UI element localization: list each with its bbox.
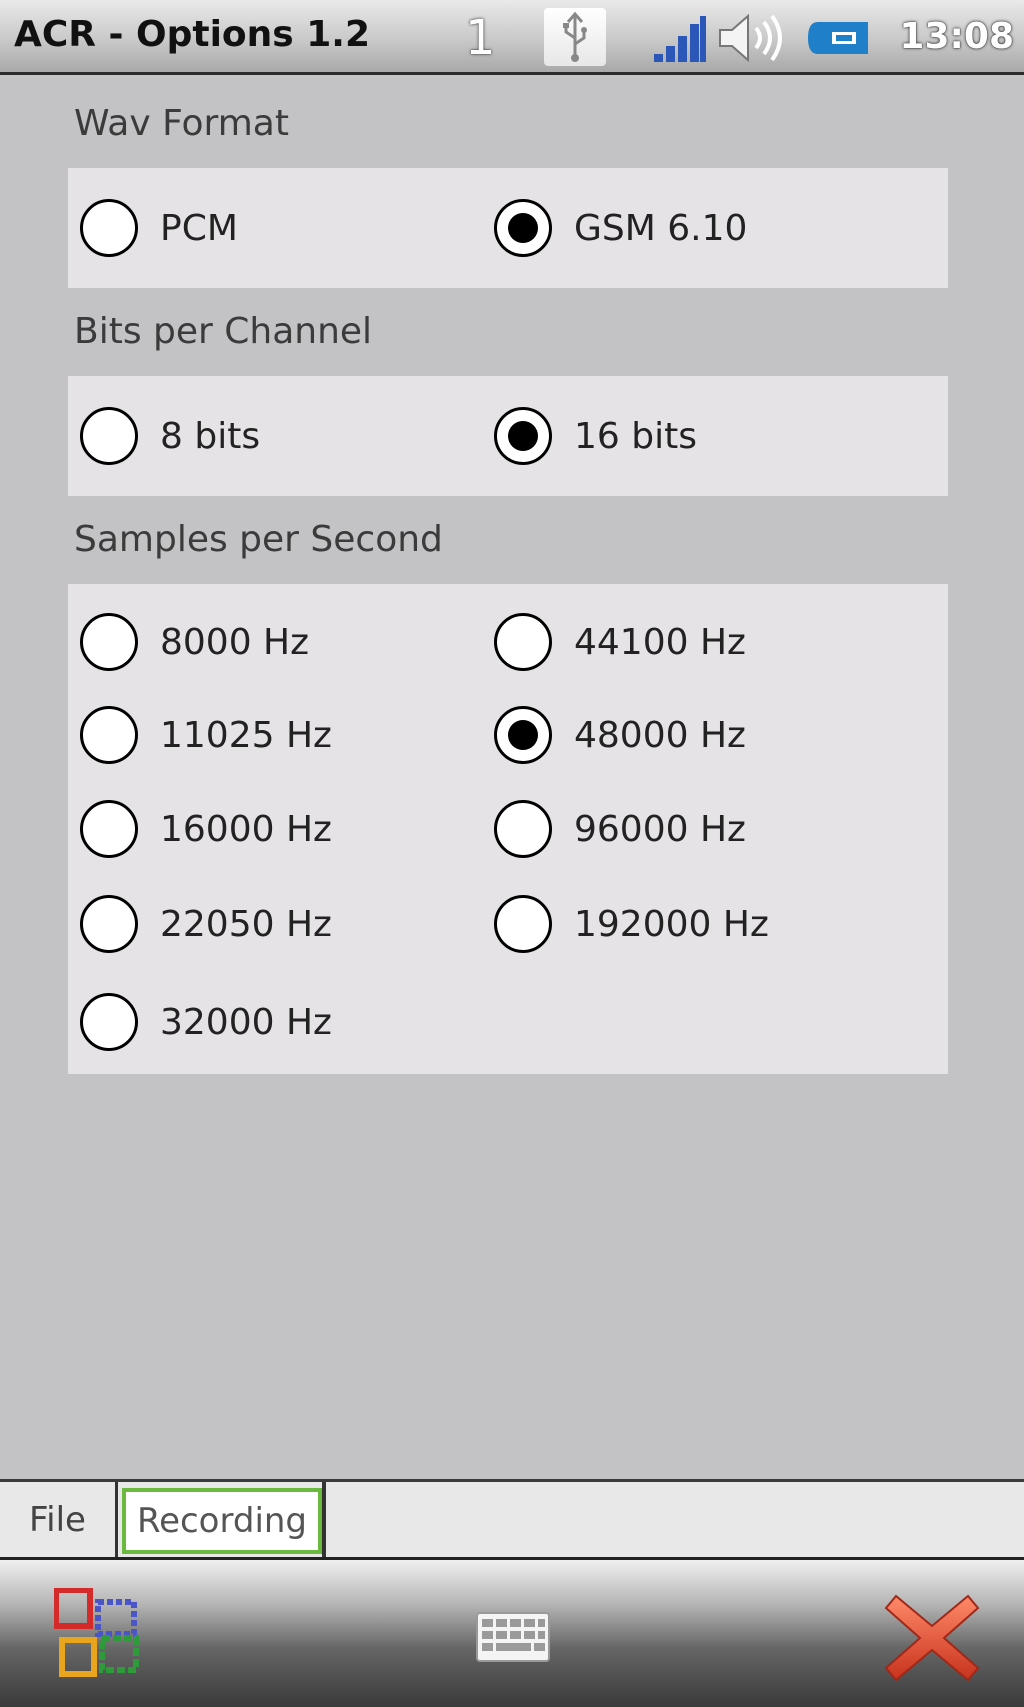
keyboard-icon[interactable] [476, 1612, 550, 1662]
radio-option-48000[interactable]: 48000 Hz [494, 700, 746, 770]
radio-label: 48000 Hz [574, 714, 746, 756]
wav-format-group: PCM GSM 6.10 [68, 168, 948, 288]
radio-label: PCM [160, 207, 238, 249]
radio-label: 96000 Hz [574, 808, 746, 850]
usb-icon[interactable] [544, 8, 606, 66]
radio-option-11025[interactable]: 11025 Hz [80, 700, 332, 770]
radio-option-16-bits[interactable]: 16 bits [494, 401, 697, 471]
radio-option-gsm[interactable]: GSM 6.10 [494, 193, 747, 263]
radio-button[interactable] [494, 613, 552, 671]
clock[interactable]: 13:08 [899, 16, 1014, 57]
radio-label: 32000 Hz [160, 1001, 332, 1043]
radio-label: GSM 6.10 [574, 207, 748, 249]
radio-option-44100[interactable]: 44100 Hz [494, 607, 746, 677]
radio-label: 22050 Hz [160, 903, 332, 945]
tab-divider [322, 1482, 326, 1557]
radio-option-192000[interactable]: 192000 Hz [494, 889, 769, 959]
radio-option-8-bits[interactable]: 8 bits [80, 401, 260, 471]
samples-per-second-group: 8000 Hz 44100 Hz 11025 Hz 48000 Hz 16000… [68, 584, 948, 1074]
radio-button[interactable] [494, 895, 552, 953]
close-icon[interactable] [882, 1590, 982, 1686]
radio-label: 8 bits [160, 415, 261, 457]
tab-strip: File Recording [0, 1479, 1024, 1557]
radio-label: 8000 Hz [160, 621, 310, 663]
bits-per-channel-group: 8 bits 16 bits [68, 376, 948, 496]
radio-button[interactable] [80, 800, 138, 858]
radio-label: 16000 Hz [160, 808, 332, 850]
section-title-wav-format: Wav Format [74, 103, 289, 144]
section-title-samples-per-second: Samples per Second [74, 519, 443, 560]
bottom-bar [0, 1557, 1024, 1707]
radio-button-selected[interactable] [494, 407, 552, 465]
radio-option-8000[interactable]: 8000 Hz [80, 607, 309, 677]
radio-button[interactable] [80, 613, 138, 671]
options-content: Wav Format PCM GSM 6.10 Bits per Channel… [68, 80, 948, 1074]
page-number[interactable]: 1 [465, 10, 496, 66]
radio-label: 192000 Hz [574, 903, 769, 945]
radio-label: 44100 Hz [574, 621, 746, 663]
speaker-icon[interactable] [716, 12, 786, 64]
tab-file[interactable]: File [0, 1482, 118, 1557]
window-title: ACR - Options 1.2 [14, 14, 371, 55]
radio-button[interactable] [80, 407, 138, 465]
radio-label: 16 bits [574, 415, 697, 457]
radio-button[interactable] [80, 895, 138, 953]
radio-button[interactable] [80, 993, 138, 1051]
start-icon[interactable] [53, 1587, 142, 1682]
signal-icon[interactable] [652, 14, 708, 64]
radio-button[interactable] [80, 199, 138, 257]
radio-option-16000[interactable]: 16000 Hz [80, 794, 332, 864]
radio-option-96000[interactable]: 96000 Hz [494, 794, 746, 864]
radio-option-pcm[interactable]: PCM [80, 193, 238, 263]
section-title-bits-per-channel: Bits per Channel [74, 311, 373, 352]
radio-option-32000[interactable]: 32000 Hz [80, 987, 332, 1057]
radio-button-selected[interactable] [494, 199, 552, 257]
radio-button[interactable] [80, 706, 138, 764]
tab-recording[interactable]: Recording [122, 1488, 322, 1554]
radio-option-22050[interactable]: 22050 Hz [80, 889, 332, 959]
radio-button[interactable] [494, 800, 552, 858]
status-bar: ACR - Options 1.2 1 13:08 [0, 0, 1024, 75]
radio-button-selected[interactable] [494, 706, 552, 764]
radio-label: 11025 Hz [160, 714, 332, 756]
battery-icon[interactable] [806, 20, 870, 56]
